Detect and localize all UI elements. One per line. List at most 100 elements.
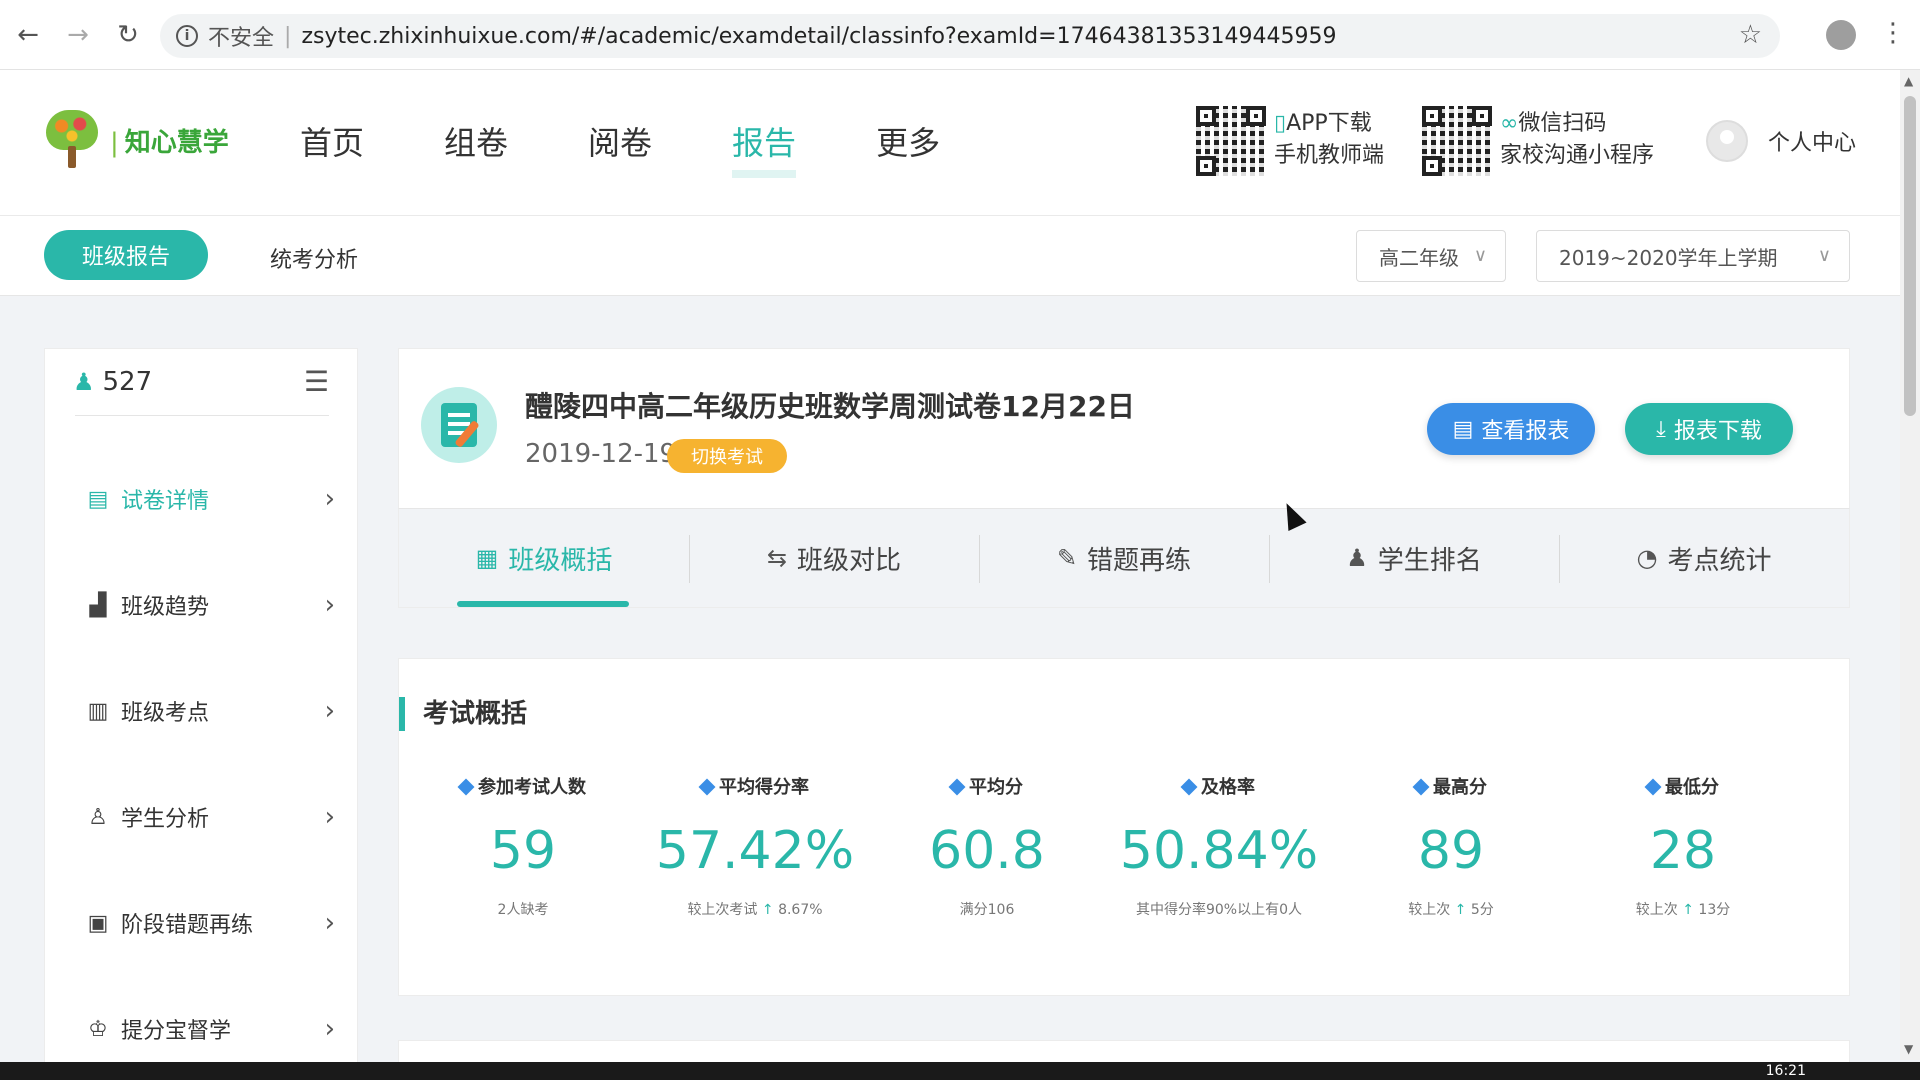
- stat-value: 28: [1649, 821, 1717, 881]
- stat-pass-rate: 及格率 50.84% 其中得分率90%以上有0人: [1103, 773, 1335, 919]
- back-icon[interactable]: ←: [6, 13, 50, 57]
- supervisor-icon: ♔: [88, 1016, 108, 1042]
- browser-profile-icon[interactable]: [1826, 20, 1856, 50]
- download-report-button[interactable]: ⤓ 报表下载: [1625, 403, 1793, 455]
- nav-home[interactable]: 首页: [300, 118, 364, 178]
- nav-compose[interactable]: 组卷: [444, 118, 508, 178]
- stat-highest-score: 最高分 89 较上次 ↑ 5分: [1335, 773, 1567, 919]
- divider: [75, 415, 329, 416]
- diamond-icon: [1412, 778, 1430, 796]
- reload-icon[interactable]: ↻: [106, 13, 150, 57]
- forward-icon[interactable]: →: [56, 13, 100, 57]
- list-icon[interactable]: ☰: [304, 365, 329, 398]
- view-report-button[interactable]: ▤ 查看报表: [1427, 403, 1595, 455]
- sidebar-item-student-analysis[interactable]: ♙ 学生分析 ›: [85, 795, 335, 839]
- address-bar[interactable]: i 不安全 | zsytec.zhixinhuixue.com/#/academ…: [160, 14, 1780, 58]
- download-icon: ⤓: [1656, 416, 1666, 442]
- phone-icon: ▯: [1274, 111, 1287, 136]
- app-logo[interactable]: | 知心慧学: [40, 110, 229, 170]
- user-center[interactable]: 个人中心: [1706, 120, 1856, 162]
- books-icon: ▥: [87, 698, 109, 724]
- view-report-label: 查看报表: [1481, 419, 1570, 444]
- sidebar-item-label: 班级考点: [121, 701, 210, 726]
- os-taskbar: 16:21: [0, 1062, 1920, 1080]
- tab-student-ranking[interactable]: ♟ 学生排名: [1269, 509, 1559, 607]
- chevron-right-icon: ›: [324, 1014, 335, 1044]
- sidebar-item-class-knowledge[interactable]: ▥ 班级考点 ›: [85, 689, 335, 733]
- stat-label: 最高分: [1433, 777, 1487, 798]
- report-tabs: ▦ 班级概括 ⇆ 班级对比 ✎ 错题再练 ♟ 学生排名 ◔ 考点统计: [398, 508, 1850, 608]
- page-scrollbar[interactable]: ▲ ▼: [1900, 70, 1920, 1060]
- app-download-qr-code: [1196, 106, 1266, 176]
- diamond-icon: [1644, 778, 1662, 796]
- avatar[interactable]: [1706, 120, 1748, 162]
- class-count-value: 527: [102, 367, 153, 397]
- tab-joint-exam-analysis[interactable]: 统考分析: [270, 242, 358, 274]
- tab-label: 错题再练: [1087, 545, 1192, 576]
- url-text[interactable]: zsytec.zhixinhuixue.com/#/academic/examd…: [301, 24, 1336, 49]
- qr1-line2: 手机教师端: [1274, 143, 1385, 168]
- nav-report[interactable]: 报告: [732, 118, 797, 178]
- browser-menu-icon[interactable]: ⋮: [1880, 18, 1906, 48]
- tab-label: 学生排名: [1377, 545, 1482, 576]
- sidebar-item-class-trend[interactable]: ▟ 班级趋势 ›: [85, 583, 335, 627]
- download-report-label: 报表下载: [1673, 419, 1762, 444]
- top-nav: 首页 组卷 阅卷 报告 更多: [300, 118, 1020, 178]
- wechat-icon: ∞: [1500, 111, 1519, 136]
- grade-select[interactable]: 高二年级 ∨: [1356, 230, 1506, 282]
- summary-title: 考试概括: [399, 697, 527, 731]
- tab-class-overview[interactable]: ▦ 班级概括: [399, 509, 689, 607]
- trend-chart-icon: ▟: [89, 592, 107, 618]
- tab-knowledge-stats[interactable]: ◔ 考点统计: [1559, 509, 1849, 607]
- pie-chart-icon: ◔: [1636, 544, 1658, 572]
- taskbar-clock: 16:21: [1765, 1063, 1806, 1079]
- report-icon: ▤: [1452, 416, 1474, 442]
- stat-sub-prefix: 较上次: [1408, 902, 1451, 918]
- scrollbar-thumb[interactable]: [1904, 96, 1916, 416]
- term-select-value: 2019~2020学年上学期: [1559, 245, 1778, 270]
- qr2-line1: 微信扫码: [1518, 111, 1607, 136]
- exam-summary-card: 考试概括 参加考试人数 59 2人缺考 平均得分率 57.42% 较上次考试 ↑…: [398, 658, 1850, 996]
- term-select[interactable]: 2019~2020学年上学期 ∨: [1536, 230, 1850, 282]
- nav-grading[interactable]: 阅卷: [588, 118, 652, 178]
- tab-class-report[interactable]: 班级报告: [44, 230, 208, 280]
- tab-wrong-practice[interactable]: ✎ 错题再练: [979, 509, 1269, 607]
- sidebar-item-score-supervision[interactable]: ♔ 提分宝督学 ›: [85, 1007, 335, 1051]
- chevron-right-icon: ›: [324, 696, 335, 726]
- tab-class-compare[interactable]: ⇆ 班级对比: [689, 509, 979, 607]
- stat-label: 参加考试人数: [478, 777, 586, 798]
- stat-average-score: 平均分 60.8 满分106: [871, 773, 1103, 919]
- user-center-label[interactable]: 个人中心: [1768, 125, 1856, 157]
- sidebar-item-stage-wrong-practice[interactable]: ▣ 阶段错题再练 ›: [85, 901, 335, 945]
- student-icon: ♙: [88, 804, 108, 830]
- scroll-up-icon[interactable]: ▲: [1904, 74, 1913, 88]
- class-count: ♟ 527: [73, 367, 152, 397]
- diamond-icon: [948, 778, 966, 796]
- address-separator: |: [284, 23, 292, 49]
- bookmark-star-icon[interactable]: ☆: [1739, 20, 1762, 50]
- stat-label: 平均分: [969, 777, 1023, 798]
- sidebar-item-paper-detail[interactable]: ▤ 试卷详情 ›: [85, 477, 335, 521]
- exam-header-card: 醴陵四中高二年级历史班数学周测试卷12月22日 2019-12-19 切换考试 …: [398, 348, 1850, 508]
- switch-exam-button[interactable]: 切换考试: [667, 439, 787, 473]
- stat-sub-value: 13分: [1698, 902, 1731, 918]
- chevron-right-icon: ›: [324, 802, 335, 832]
- info-icon[interactable]: i: [176, 25, 198, 47]
- diamond-icon: [1180, 778, 1198, 796]
- wechat-qr-code: [1422, 106, 1492, 176]
- exam-date: 2019-12-19: [525, 439, 677, 469]
- chevron-right-icon: ›: [324, 590, 335, 620]
- qr2-line2: 家校沟通小程序: [1500, 143, 1655, 168]
- stat-sub-prefix: 较上次: [1635, 902, 1678, 918]
- chevron-right-icon: ›: [324, 908, 335, 938]
- stat-value: 89: [1417, 821, 1485, 881]
- stat-value: 59: [489, 821, 557, 881]
- app-header: | 知心慧学 首页 组卷 阅卷 报告 更多 ▯APP下载 手机教师端 ∞微信扫码 …: [0, 70, 1900, 216]
- arrow-up-icon: ↑: [761, 902, 774, 918]
- insecure-label: 不安全: [208, 26, 275, 51]
- stat-label: 平均得分率: [719, 777, 809, 798]
- diamond-icon: [698, 778, 716, 796]
- nav-more[interactable]: 更多: [876, 118, 940, 178]
- sidebar-item-label: 学生分析: [121, 807, 210, 832]
- scroll-down-icon[interactable]: ▼: [1904, 1042, 1913, 1056]
